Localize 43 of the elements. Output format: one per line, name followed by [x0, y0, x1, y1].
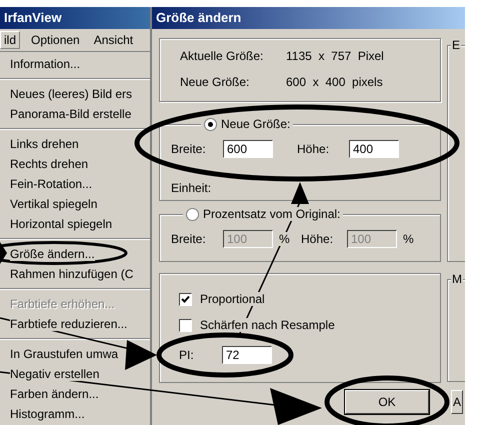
unit-label: % [403, 232, 414, 246]
input-field[interactable]: 600 [223, 140, 273, 158]
checkbox-label: Schärfen nach Resample [200, 318, 335, 332]
menu-item[interactable]: Links drehen [10, 137, 79, 151]
dialog-button[interactable]: A [451, 390, 463, 414]
group-legend: E [451, 38, 462, 52]
input-field[interactable]: 400 [349, 140, 399, 158]
info-value: 1135 x 757 Pixel [286, 49, 384, 63]
radio-button[interactable] [204, 118, 217, 130]
field-label: Höhe: [301, 232, 334, 246]
menu-item[interactable]: Neues (leeres) Bild ers [10, 87, 132, 101]
menu-item[interactable]: Größe ändern... [10, 247, 95, 261]
menu-item[interactable]: Fein-Rotation... [10, 177, 92, 191]
menu-item[interactable]: Information... [10, 57, 80, 71]
annotation-arrow [0, 242, 7, 264]
field-label: Breite: [171, 232, 206, 246]
menu-item[interactable]: Horizontal spiegeln [10, 217, 112, 231]
menu-item[interactable]: Vertikal spiegeln [10, 197, 98, 211]
field-label: Breite: [171, 142, 206, 156]
menu-bar-item[interactable]: ild [0, 31, 20, 49]
input-field[interactable]: 72 [222, 346, 272, 364]
menu-item[interactable]: Rahmen hinzufügen (C [10, 267, 134, 281]
menu-item[interactable]: Farbtiefe reduzieren... [10, 317, 128, 331]
menu-item[interactable]: Histogramm... [10, 407, 85, 421]
group-legend: Neue Größe: [221, 117, 290, 131]
group-legend: Prozentsatz vom Original: [203, 207, 340, 221]
dialog-title: Größe ändern [152, 7, 465, 29]
field-label: Höhe: [297, 142, 330, 156]
menu-item[interactable]: In Graustufen umwa [10, 347, 118, 361]
info-value: 600 x 400 pixels [286, 75, 383, 89]
checkbox[interactable] [179, 292, 192, 306]
checkbox-label: Proportional [200, 292, 265, 306]
menu-item[interactable]: Negativ erstellen [10, 367, 100, 381]
menu-item[interactable]: Panorama-Bild erstelle [10, 107, 132, 121]
unit-label: % [279, 232, 290, 246]
group-legend: M [451, 272, 463, 286]
window-title: IrfanView [0, 7, 150, 29]
field-label: Einheit: [171, 181, 212, 195]
field-label: PI: [179, 348, 194, 362]
checkbox[interactable] [179, 318, 192, 332]
menu-item[interactable]: Farben ändern... [10, 387, 99, 401]
dialog-button[interactable]: OK [345, 390, 429, 414]
menu-item[interactable]: Rechts drehen [10, 157, 88, 171]
